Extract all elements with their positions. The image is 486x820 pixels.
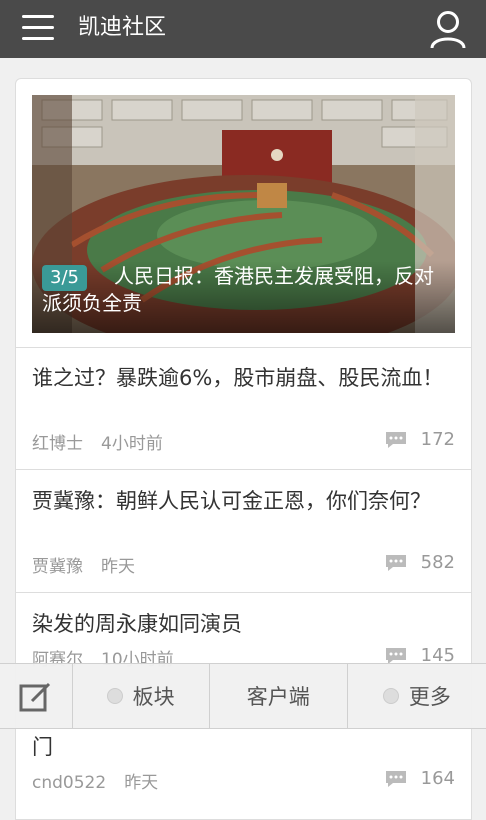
- bottom-toolbar: 板块 客户端 更多: [0, 663, 486, 729]
- post-title[interactable]: 谁之过？暴跌逾6%，股市崩盘、股民流血！: [32, 363, 452, 393]
- post-title[interactable]: 门: [32, 732, 452, 762]
- dot-icon: [106, 688, 123, 704]
- post-author[interactable]: 贾冀豫: [32, 557, 83, 577]
- more-label: 更多: [408, 685, 451, 709]
- post-meta: 贾冀豫 昨天: [32, 552, 135, 577]
- top-bar: 凯迪社区: [0, 0, 486, 58]
- list-item[interactable]: 染发的周永康如同演员 阿赛尔 10小时前 145: [16, 593, 471, 673]
- comment-icon: [385, 431, 406, 448]
- post-meta: 红博士 4小时前: [32, 429, 163, 454]
- client-label: 客户端: [246, 685, 310, 709]
- post-time: 昨天: [124, 773, 159, 793]
- user-icon[interactable]: [430, 10, 466, 50]
- compose-icon: [19, 682, 50, 712]
- comment-count: 172: [385, 429, 455, 450]
- board-button[interactable]: 板块: [73, 664, 210, 728]
- list-item[interactable]: 贾冀豫：朝鲜人民认可金正恩，你们奈何？ 贾冀豫 昨天 582: [16, 470, 471, 592]
- comment-count: 164: [385, 768, 455, 789]
- post-author[interactable]: cnd0522: [32, 773, 106, 793]
- client-button[interactable]: 客户端: [210, 664, 348, 728]
- hero-slider[interactable]: 人民日报：香港民主发展受阻，反对派须负全责 3/5: [32, 95, 455, 333]
- list-item[interactable]: 门 cnd0522 昨天 164: [16, 724, 471, 819]
- board-label: 板块: [132, 685, 175, 709]
- comment-count: 582: [385, 552, 455, 573]
- post-meta: cnd0522 昨天: [32, 768, 158, 793]
- post-time: 4小时前: [101, 434, 163, 454]
- comment-count-value: 164: [420, 768, 455, 789]
- menu-icon[interactable]: [22, 15, 54, 43]
- comment-icon: [385, 647, 406, 664]
- comment-count-value: 582: [420, 552, 455, 573]
- post-author[interactable]: 红博士: [32, 434, 83, 454]
- post-title[interactable]: 贾冀豫：朝鲜人民认可金正恩，你们奈何？: [32, 486, 452, 516]
- dot-icon: [382, 688, 399, 704]
- post-time: 昨天: [101, 557, 135, 577]
- comment-icon: [385, 770, 406, 787]
- comment-icon: [385, 554, 406, 571]
- post-title[interactable]: 染发的周永康如同演员: [32, 609, 452, 639]
- more-button[interactable]: 更多: [348, 664, 486, 728]
- app-title: 凯迪社区: [78, 15, 167, 40]
- hero-title[interactable]: 人民日报：香港民主发展受阻，反对派须负全责: [42, 263, 446, 317]
- comment-count-value: 172: [420, 429, 455, 450]
- slide-counter: 3/5: [42, 265, 87, 291]
- list-item[interactable]: 谁之过？暴跌逾6%，股市崩盘、股民流血！ 红博士 4小时前 172: [16, 347, 471, 469]
- compose-button[interactable]: [0, 664, 73, 728]
